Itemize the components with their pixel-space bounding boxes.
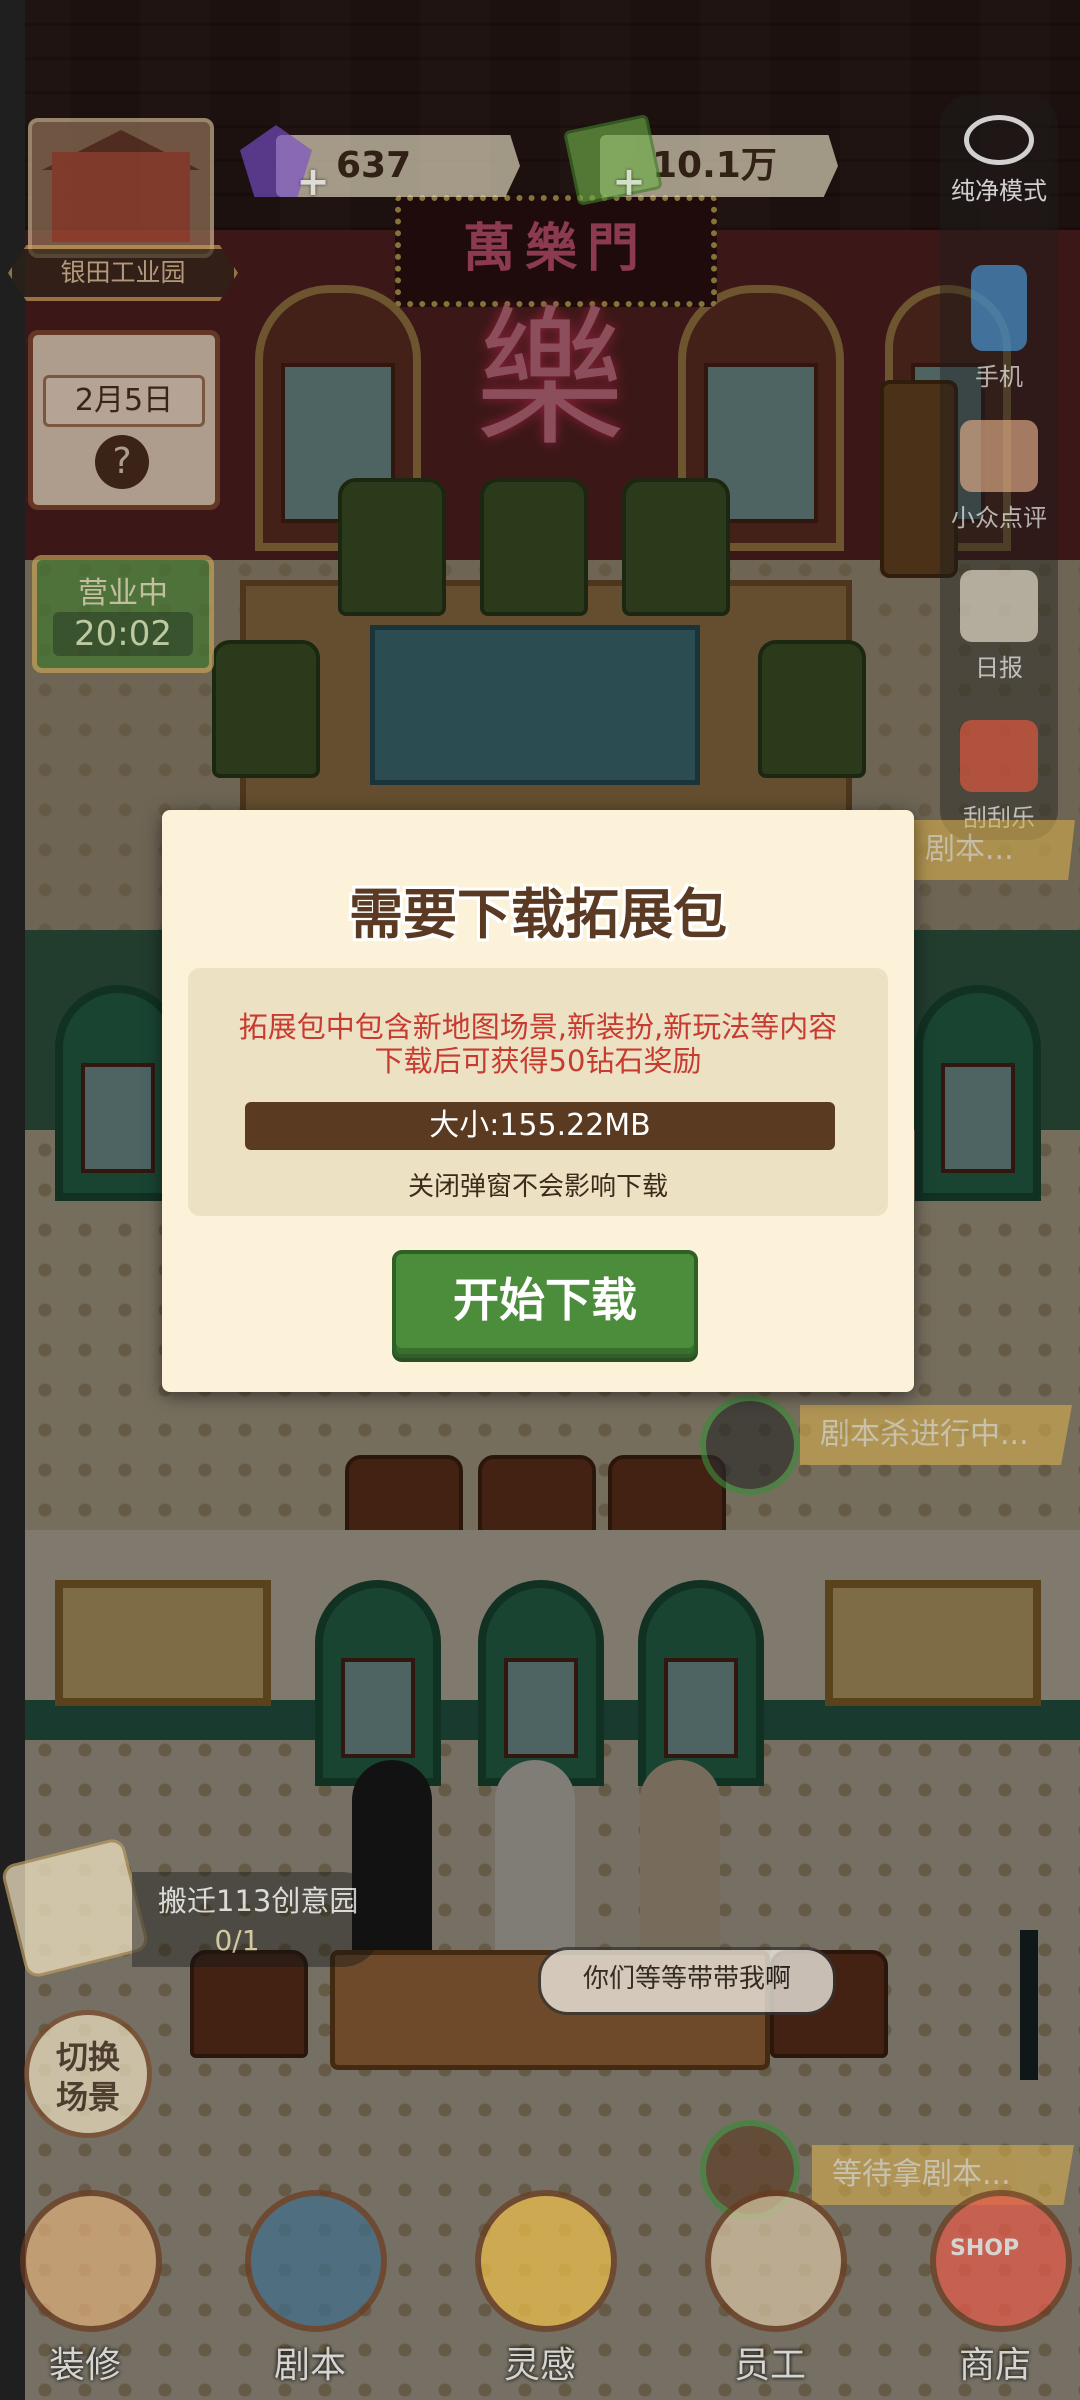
- nav-decorate[interactable]: 装修: [0, 2170, 170, 2400]
- quest-progress: 0/1: [214, 1924, 260, 1957]
- eye-icon: [964, 115, 1034, 165]
- bottom-nav: 装修 剧本 灵感 员工 SHOP 商店: [0, 2170, 1080, 2400]
- lightbulb-icon: [475, 2190, 617, 2332]
- dialog-message-line1: 拓展包中包含新地图场景,新装扮,新玩法等内容: [238, 1010, 838, 1044]
- nav-scripts[interactable]: 剧本: [225, 2170, 395, 2400]
- business-time: 20:02: [53, 612, 193, 656]
- switch-scene-button[interactable]: 切换 场景: [24, 2010, 152, 2138]
- dialog-content-box: 拓展包中包含新地图场景,新装扮,新玩法等内容 下载后可获得50钻石奖励 大小:1…: [188, 968, 888, 1216]
- calendar-date: 2月5日: [43, 375, 205, 427]
- location-name: 银田工业园: [8, 245, 238, 301]
- speech-bubble: 你们等等带带我啊: [538, 1947, 836, 2015]
- side-menu-label: 日报: [975, 654, 1023, 682]
- floor2-status-tag[interactable]: 剧本杀进行中...: [800, 1405, 1072, 1465]
- calendar-widget[interactable]: 2月5日 ?: [28, 330, 220, 510]
- business-status: 营业中: [78, 576, 168, 611]
- employee-card-icon: [705, 2190, 847, 2332]
- dialog-message-line2: 下载后可获得50钻石奖励: [374, 1044, 702, 1078]
- floor2-progress-avatar[interactable]: [700, 1395, 800, 1495]
- nav-employees[interactable]: 员工: [685, 2170, 855, 2400]
- shop-icon: SHOP: [930, 2190, 1072, 2332]
- location-thumbnail[interactable]: [28, 118, 214, 258]
- question-icon: ?: [95, 435, 149, 489]
- quest-tracker[interactable]: 搬迁113创意园 0/1: [0, 1836, 382, 1980]
- dialog-message: 拓展包中包含新地图场景,新装扮,新玩法等内容 下载后可获得50钻石奖励: [188, 1010, 888, 1078]
- nav-shop[interactable]: SHOP 商店: [910, 2170, 1080, 2400]
- shop-badge: SHOP: [950, 2236, 1020, 2261]
- newspaper-icon: [960, 570, 1038, 642]
- nav-label: 剧本: [273, 2345, 346, 2386]
- pure-mode-button[interactable]: 纯净模式: [943, 115, 1055, 206]
- script-book-icon: [245, 2190, 387, 2332]
- scroll-icon: [0, 1836, 151, 1980]
- reviews-button[interactable]: 小众点评: [943, 420, 1055, 533]
- phone-icon: [971, 265, 1027, 351]
- nav-inspiration[interactable]: 灵感: [455, 2170, 625, 2400]
- add-diamond-icon[interactable]: +: [296, 162, 330, 202]
- download-size-bar: 大小:155.22MB: [245, 1102, 835, 1150]
- scratch-card-button[interactable]: 刮刮乐: [943, 720, 1055, 833]
- dialog-note: 关闭弹窗不会影响下载: [407, 1172, 668, 1202]
- nav-label: 灵感: [503, 2345, 576, 2386]
- side-menu-label: 纯净模式: [951, 177, 1047, 205]
- thumbs-up-icon: [960, 420, 1038, 492]
- start-download-button[interactable]: 开始下载: [392, 1250, 698, 1358]
- nav-label: 装修: [48, 2345, 121, 2386]
- quest-title: 搬迁113创意园: [158, 1884, 359, 1918]
- house-icon: [20, 2190, 162, 2332]
- dialog-title: 需要下载拓展包: [349, 883, 727, 946]
- side-menu-label: 小众点评: [951, 504, 1047, 532]
- scratch-card-icon: [960, 720, 1038, 792]
- business-status-sign[interactable]: 营业中 20:02: [32, 555, 214, 673]
- side-menu-label: 手机: [975, 363, 1023, 391]
- nav-label: 商店: [958, 2345, 1031, 2386]
- floor1-status-tag[interactable]: 剧本...: [905, 820, 1075, 880]
- add-cash-icon[interactable]: +: [612, 162, 646, 202]
- nav-label: 员工: [733, 2345, 806, 2386]
- download-dialog: 需要下载拓展包 拓展包中包含新地图场景,新装扮,新玩法等内容 下载后可获得50钻…: [162, 810, 914, 1392]
- daily-report-button[interactable]: 日报: [943, 570, 1055, 683]
- phone-button[interactable]: 手机: [943, 265, 1055, 392]
